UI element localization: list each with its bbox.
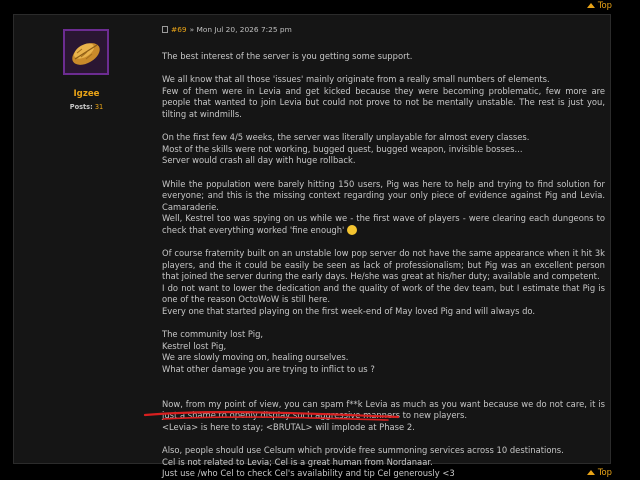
avatar[interactable] — [63, 29, 109, 75]
post-line: Every one that started playing on the fi… — [162, 306, 536, 317]
post-line: What other damage you are trying to infl… — [162, 364, 375, 375]
post-date: » Mon Jul 20, 2026 7:25 pm — [189, 25, 292, 34]
document-icon — [162, 26, 168, 33]
post-line: On the first few 4/5 weeks, the server w… — [162, 132, 530, 143]
post-profile: Igzee Posts: 31 — [14, 15, 159, 463]
post-line: I do not want to lower the dedication an… — [162, 282, 605, 305]
post-line: The best interest of the server is you g… — [162, 51, 413, 61]
triangle-up-icon — [586, 2, 595, 8]
post-line: Also, people should use Celsum which pro… — [162, 445, 564, 456]
triangle-up-icon — [586, 469, 595, 475]
post-header: #69 » Mon Jul 20, 2026 7:25 pm — [162, 25, 292, 34]
post-line: Kestrel lost Pig, — [162, 340, 227, 351]
post-line: Just use /who Cel to check Cel's availab… — [162, 468, 455, 479]
post-line: We all know that all those 'issues' main… — [162, 74, 550, 85]
post-line: Of course fraternity built on an unstabl… — [162, 248, 605, 282]
post-line: Cel is not related to Levia; Cel is a gr… — [162, 456, 433, 467]
top-link-label: Top — [597, 467, 612, 477]
post-line: The community lost Pig, — [162, 329, 264, 340]
post-line: Most of the skills were not working, bug… — [162, 143, 523, 154]
bread-icon — [65, 31, 107, 73]
post-line: Now, from my point of view, you can spam… — [162, 398, 605, 421]
post-id-link[interactable]: #69 — [171, 25, 187, 34]
top-link[interactable]: Top — [586, 0, 612, 10]
post-content: The best interest of the server is you g… — [162, 51, 605, 480]
post-count: Posts: 31 — [14, 103, 159, 111]
post-line: We are slowly moving on, healing ourselv… — [162, 352, 349, 363]
smile-emoji — [347, 224, 358, 235]
post-line-with-emoji: Well, Kestrel too was spying on us while… — [162, 213, 605, 235]
forum-post: Igzee Posts: 31 #69 » Mon Jul 20, 2026 7… — [13, 14, 611, 478]
post-line: <Levia> is here to stay; <BRUTAL> will i… — [162, 422, 415, 432]
post-line: Few of them were in Levia and get kicked… — [162, 85, 605, 119]
username[interactable]: Igzee — [14, 89, 159, 99]
top-link-label: Top — [597, 0, 612, 10]
post-line: Server would crash all day with huge rol… — [162, 155, 356, 166]
posts-count[interactable]: 31 — [95, 103, 103, 111]
top-link-bottom[interactable]: Top — [586, 467, 612, 477]
post-line: While the population were barely hitting… — [162, 178, 605, 212]
posts-label: Posts: — [69, 103, 93, 111]
